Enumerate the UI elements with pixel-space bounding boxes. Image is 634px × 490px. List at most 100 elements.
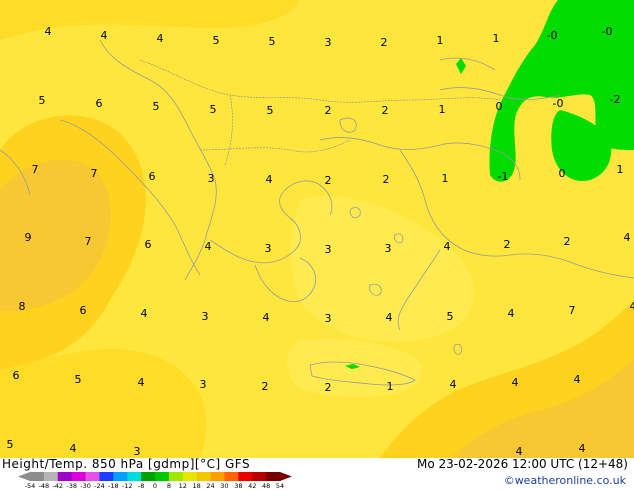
grid-value-label: 1 xyxy=(493,32,500,45)
legend-swatch xyxy=(113,472,128,481)
grid-value-label: 7 xyxy=(85,235,92,248)
legend-swatch xyxy=(252,472,267,481)
grid-value-label: 7 xyxy=(569,304,576,317)
grid-value-label: 0 xyxy=(496,100,503,113)
grid-value-label: 3 xyxy=(385,242,392,255)
grid-value-label: 5 xyxy=(267,104,274,117)
legend-swatch xyxy=(30,472,45,481)
legend-tick-label: -30 xyxy=(80,482,91,490)
color-scale-legend: -54 -48 -42 -38 -30 -24 -18 -12 -8 0 8 12 18 24 30 38 42… xyxy=(18,472,292,490)
grid-value-label: 4 xyxy=(263,311,270,324)
grid-value-label: 5 xyxy=(210,103,217,116)
grid-value-label: -1 xyxy=(498,170,509,183)
grid-value-label: 6 xyxy=(13,369,20,382)
legend-swatch xyxy=(85,472,100,481)
grid-value-label: 2 xyxy=(262,380,269,393)
grid-value-label: 1 xyxy=(439,103,446,116)
grid-value-label: 4 xyxy=(574,373,581,386)
grid-value-label: 4 xyxy=(138,376,145,389)
grid-value-label: 6 xyxy=(149,170,156,183)
legend-swatch xyxy=(155,472,170,481)
legend-swatch xyxy=(182,472,198,481)
grid-value-label: 3 xyxy=(208,172,215,185)
grid-value-label: 6 xyxy=(96,97,103,110)
legend-swatch xyxy=(141,472,156,481)
weather-map: 4 4 4 5 5 3 2 1 1 -0 -05 6 5 5 5 2 2 1 0 -0 -27 7 6 3 4 2 2 1 -1 0 19 7… xyxy=(0,0,634,490)
legend-arrow-low xyxy=(18,472,30,481)
legend-swatch xyxy=(57,472,73,481)
legend-tick-label: 38 xyxy=(234,482,242,490)
grid-value-label: 2 xyxy=(325,381,332,394)
legend-tick-label: 54 xyxy=(276,482,284,490)
grid-value-label: 4 xyxy=(624,231,631,244)
legend-swatch xyxy=(168,472,184,481)
legend-tick-label: 30 xyxy=(220,482,228,490)
grid-value-label: 5 xyxy=(213,34,220,47)
legend-arrow-high xyxy=(280,472,292,481)
grid-value-label: -0 xyxy=(553,97,564,110)
grid-value-label: 5 xyxy=(153,100,160,113)
grid-value-label: 4 xyxy=(579,442,586,455)
legend-tick-label: 48 xyxy=(262,482,270,490)
legend-tick-label: -38 xyxy=(66,482,77,490)
legend-swatch xyxy=(266,472,281,481)
grid-value-label: 3 xyxy=(200,378,207,391)
grid-value-label: 1 xyxy=(442,172,449,185)
grid-value-label: 7 xyxy=(32,163,39,176)
legend-tick-label: 42 xyxy=(248,482,256,490)
grid-value-label: -0 xyxy=(602,25,613,38)
legend-tick-label: -54 xyxy=(25,482,36,490)
legend-swatch xyxy=(210,472,225,481)
grid-value-label: 6 xyxy=(80,304,87,317)
grid-value-label: 4 xyxy=(266,173,273,186)
grid-value-label: 2 xyxy=(325,174,332,187)
grid-value-label: 2 xyxy=(381,36,388,49)
grid-value-label: 3 xyxy=(325,243,332,256)
legend-tick-label: 8 xyxy=(167,482,171,490)
grid-value-label: 1 xyxy=(437,34,444,47)
legend-tick-label: -8 xyxy=(138,482,144,490)
legend-tick-label: 18 xyxy=(193,482,201,490)
legend-tick-label: -24 xyxy=(94,482,105,490)
legend-swatch xyxy=(196,472,212,481)
grid-value-label: 4 xyxy=(512,376,519,389)
grid-value-label: 5 xyxy=(39,94,46,107)
grid-value-label: 0 xyxy=(559,167,566,180)
legend-tick-label: -18 xyxy=(108,482,119,490)
grid-value-label: 6 xyxy=(145,238,152,251)
grid-value-label: 4 xyxy=(141,307,148,320)
grid-value-label: 8 xyxy=(19,300,26,313)
grid-value-label: 3 xyxy=(202,310,209,323)
grid-value-label: 2 xyxy=(504,238,511,251)
valid-datetime: Mo 23-02-2026 12:00 UTC (12+48) xyxy=(416,457,628,471)
grid-value-label: -0 xyxy=(547,29,558,42)
legend-swatch xyxy=(99,472,114,481)
grid-value-label: 4 xyxy=(508,307,515,320)
grid-value-label: 4 xyxy=(444,240,451,253)
legend-swatch xyxy=(127,472,142,481)
legend-tick-label: -12 xyxy=(122,482,133,490)
legend-swatch xyxy=(224,472,239,481)
legend-swatch xyxy=(43,472,59,481)
site-credit-link[interactable]: ©weatheronline.co.uk xyxy=(504,474,626,487)
grid-value-label: 4 xyxy=(205,240,212,253)
grid-value-label: 5 xyxy=(269,35,276,48)
grid-value-label: 7 xyxy=(91,167,98,180)
legend-tick-label: 24 xyxy=(206,482,214,490)
grid-value-label: 2 xyxy=(325,104,332,117)
grid-value-label: 4 xyxy=(45,25,52,38)
grid-value-label: 1 xyxy=(617,163,624,176)
grid-value-label: 4 xyxy=(630,300,634,313)
grid-value-label: 3 xyxy=(265,242,272,255)
grid-value-label: 4 xyxy=(70,442,77,455)
legend-swatch xyxy=(238,472,253,481)
grid-value-label: 2 xyxy=(383,173,390,186)
grid-value-label: 2 xyxy=(382,104,389,117)
grid-value-label: 5 xyxy=(447,310,454,323)
grid-value-label: 5 xyxy=(75,373,82,386)
grid-value-label: 5 xyxy=(7,438,14,451)
grid-value-label: 3 xyxy=(325,36,332,49)
grid-value-label: 9 xyxy=(25,231,32,244)
grid-value-label: -2 xyxy=(610,93,621,106)
legend-tick-label: -42 xyxy=(52,482,63,490)
